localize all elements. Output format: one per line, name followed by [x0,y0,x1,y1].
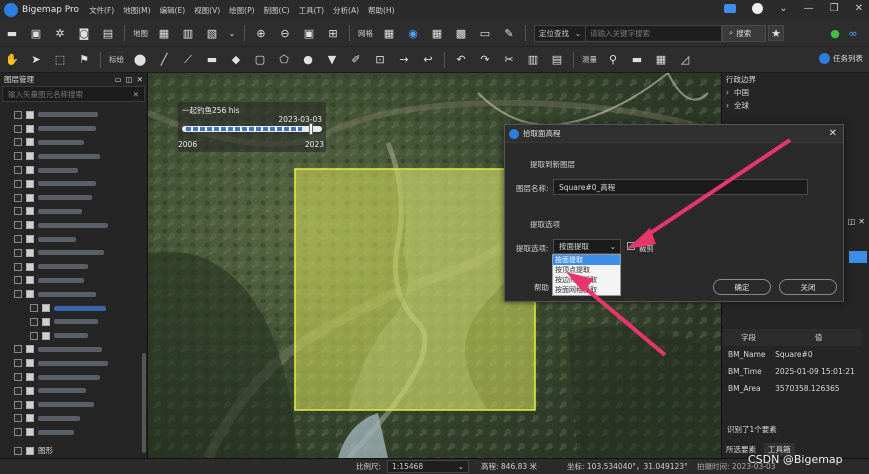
scale-value: 1:15468 [392,462,424,471]
annotation-arrows [566,138,792,357]
watermark: CSDN @Bigemap [748,453,843,466]
coordinate-readout: 坐标: 103.534040°，31.049123° [567,462,688,471]
scale-select[interactable]: 1:15468 ⌄ [387,460,469,473]
status-bar: 比例尺: 1:15468 ⌄ 高程: 846.83 米 坐标: 103.5340… [0,453,869,474]
chevron-down-icon: ⌄ [457,462,464,471]
scale-label: 比例尺: [356,462,382,471]
arrowhead-icon [566,272,594,292]
arrow-annotation [638,138,792,242]
arrow-annotation [576,280,667,357]
elevation-readout: 高程: 846.83 米 [481,462,538,471]
